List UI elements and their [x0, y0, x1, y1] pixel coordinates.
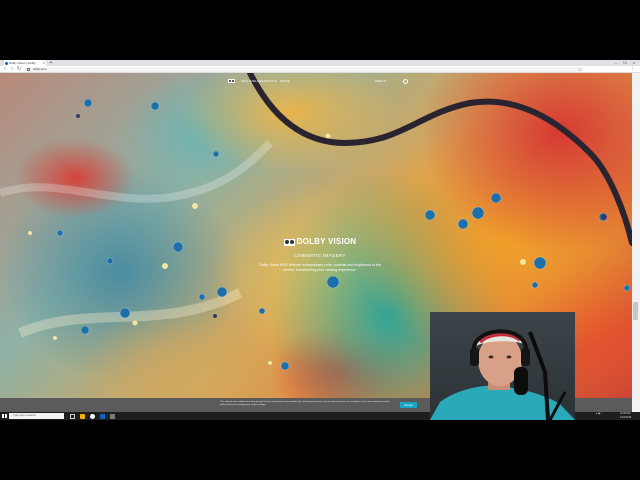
page-scrollbar[interactable] [632, 73, 640, 412]
cookie-banner-text: This website uses cookies to ensure you … [220, 401, 390, 406]
site-search-icon[interactable] [403, 78, 408, 84]
letterbox-bottom [0, 420, 640, 480]
taskbar-search-input[interactable]: Type here to search [9, 413, 64, 419]
task-view-icon[interactable] [70, 413, 75, 419]
hero-brand: DOLBY VISION [296, 237, 357, 246]
dolby-double-d-icon [283, 238, 295, 246]
dolby-vision-logo: DOLBY VISION [250, 237, 390, 247]
lock-icon [27, 68, 30, 71]
site-nav-music[interactable]: MUSIC [266, 78, 277, 84]
address-bar-url: dolby.com [33, 67, 47, 71]
file-explorer-icon[interactable] [80, 413, 85, 419]
dolby-logo[interactable] [228, 79, 235, 83]
site-nav-games[interactable]: GAMES [254, 78, 266, 84]
tab-title: Dolby Vision | Dolby [9, 61, 36, 65]
streamer-webcam-image [430, 329, 575, 420]
hero-body: Dolby Vision HDR delivers extraordinary … [259, 263, 381, 272]
forward-icon[interactable]: › [9, 66, 15, 73]
hero-subtitle: CINEMATIC IMAGERY [294, 253, 346, 258]
cookie-accept-button[interactable]: Accept [400, 402, 417, 408]
bookmark-star-icon[interactable]: ☆ [578, 66, 582, 73]
webcam-overlay [430, 312, 575, 420]
hero-content: DOLBY VISION CINEMATIC IMAGERY Dolby Vis… [250, 237, 390, 273]
windows-start-icon[interactable] [2, 413, 7, 419]
favicon-icon [5, 61, 8, 65]
site-nav-more[interactable]: MORE [280, 78, 290, 84]
reload-icon[interactable]: ↻ [16, 66, 22, 73]
chrome-icon[interactable] [90, 413, 95, 419]
system-tray-icons[interactable]: ▴ ◉ ♪ [596, 412, 602, 416]
store-icon[interactable] [100, 413, 105, 419]
browser-menu-icon[interactable]: ⋮ [630, 66, 635, 73]
letterbox-top [0, 0, 640, 60]
scrollbar-thumb[interactable] [633, 302, 638, 320]
app-icon[interactable] [110, 413, 115, 419]
address-bar[interactable] [24, 67, 584, 72]
sign-in-link[interactable]: SIGN IN [375, 78, 386, 84]
site-nav-movies[interactable]: MOVIES [241, 78, 254, 84]
back-icon[interactable]: ‹ [2, 66, 8, 73]
